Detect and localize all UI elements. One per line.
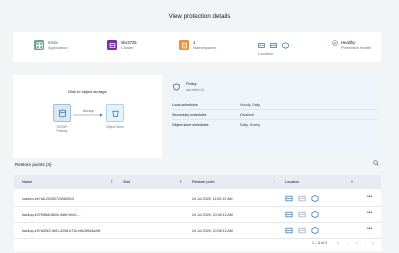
- ontap-storage-icon: [285, 211, 293, 218]
- object-store-icon: [282, 42, 289, 49]
- secondary-storage-icon: [298, 211, 306, 218]
- policy-key: Local schedules: [172, 102, 198, 107]
- policy-panel: Policy aw-mtnix-11 Local schedules Hourl…: [167, 75, 381, 158]
- summary-health: Healthy Protection health: [332, 40, 371, 50]
- ontap-label: ONTAP Primary: [56, 125, 68, 133]
- restore-point-time: 24 Jul 2025, 10:45:13 AM: [192, 213, 233, 217]
- column-name[interactable]: Name: [22, 180, 32, 184]
- application-label: Application: [48, 45, 68, 51]
- summary-location: Location: [258, 42, 289, 56]
- column-location[interactable]: Location: [285, 180, 299, 184]
- sort-icon[interactable]: ⇕: [179, 179, 182, 184]
- restore-point-name: backup-e37f0868-8b0e-4d6f-9ee0-...: [22, 213, 81, 217]
- policy-value: Disabled: [240, 112, 254, 117]
- ontap-storage-icon: [258, 43, 265, 48]
- row-location-icons: [285, 195, 319, 202]
- cluster-icon: [107, 40, 117, 50]
- table-header: Name ⇕ Size ⇕ Restore point ↓ Location ▾: [14, 175, 381, 189]
- summary-cluster: skv3725 Cluster: [107, 40, 137, 50]
- restore-point-name: backup-e97a00e2-5bf1-4296-b71b-b6c3f6d4a…: [22, 229, 101, 233]
- next-page-icon[interactable]: ›: [365, 241, 366, 245]
- namespace-icon: [179, 40, 189, 50]
- summary-card: mtnix Application skv3725 Cluster 1 Name…: [13, 32, 381, 62]
- column-size[interactable]: Size: [123, 180, 130, 184]
- policy-row: Secondary schedules Disabled: [172, 110, 377, 120]
- secondary-storage-icon: [270, 43, 277, 48]
- namespaces-label: Namespaces: [193, 45, 217, 51]
- storage-heading: Disk to object storage: [68, 89, 107, 94]
- bucket-icon: [111, 110, 119, 117]
- object-store-icon: [311, 211, 319, 218]
- filter-icon[interactable]: ▾: [351, 179, 353, 184]
- first-page-icon[interactable]: |‹: [337, 241, 339, 245]
- object-store-icon: [311, 227, 319, 234]
- ontap-node: [53, 104, 71, 122]
- summary-namespaces: 1 Namespaces: [179, 40, 216, 50]
- row-location-icons: [285, 227, 319, 234]
- policy-key: Object store schedules: [172, 123, 209, 127]
- secondary-storage-icon: [298, 195, 306, 202]
- health-label: Protection health: [341, 45, 372, 51]
- policy-row: Object store schedules Daily, Hourly: [172, 120, 377, 130]
- object-store-node: [106, 104, 124, 122]
- last-page-icon[interactable]: ›|: [372, 241, 374, 245]
- object-store-icon: [311, 195, 319, 202]
- ontap-disk-icon: [58, 109, 66, 117]
- backup-arrow-icon: [73, 113, 103, 117]
- healthy-check-icon: [332, 40, 338, 46]
- summary-application: mtnix Application: [34, 40, 68, 50]
- row-actions-menu[interactable]: •••: [367, 194, 372, 200]
- column-restore-point[interactable]: Restore point: [192, 180, 215, 184]
- location-label: Location: [258, 51, 274, 56]
- page-title: View protection details: [168, 13, 231, 20]
- ontap-storage-icon: [285, 195, 293, 202]
- table-row[interactable]: backup-e97a00e2-5bf1-4296-b71b-b6c3f6d4a…: [14, 223, 381, 239]
- policy-value: Hourly, Daily: [240, 102, 261, 107]
- object-store-label: Object Store: [106, 125, 124, 129]
- policy-value: Daily, Hourly: [240, 123, 261, 127]
- prev-page-icon[interactable]: ‹: [347, 241, 348, 245]
- search-icon[interactable]: [373, 160, 379, 166]
- application-icon: [34, 40, 44, 50]
- table-row[interactable]: backup-e37f0868-8b0e-4d6f-9ee0-... 24 Ju…: [14, 207, 381, 223]
- row-actions-menu[interactable]: •••: [367, 226, 372, 232]
- policy-key: Secondary schedules: [172, 112, 207, 117]
- sort-desc-icon[interactable]: ↓: [273, 179, 275, 184]
- policy-row: Local schedules Hourly, Daily: [172, 100, 377, 110]
- restore-point-time: 24 Jul 2025, 11:00:12 AM: [192, 197, 233, 201]
- restore-point-time: 24 Jul 2025, 10:08:13 AM: [192, 229, 233, 233]
- restore-points-table: Name ⇕ Size ⇕ Restore point ↓ Location ▾…: [14, 175, 381, 251]
- sort-icon[interactable]: ⇕: [110, 179, 113, 184]
- row-actions-menu[interactable]: •••: [367, 210, 372, 216]
- secondary-storage-icon: [298, 227, 306, 234]
- page-number: 1: [356, 241, 358, 245]
- table-row[interactable]: custom-ee7a6-20250724080513 24 Jul 2025,…: [14, 191, 381, 207]
- restore-point-name: custom-ee7a6-20250724080513: [22, 197, 74, 201]
- row-location-icons: [285, 211, 319, 218]
- policy-name: aw-mtnix-11: [186, 88, 205, 92]
- storage-diagram-panel: Disk to object storage ONTAP Primary Bac…: [13, 75, 162, 158]
- pagination-summary: 1 – 3 of 3: [312, 241, 327, 245]
- cluster-label: Cluster: [121, 45, 134, 51]
- restore-points-title: Restore points (3): [15, 162, 52, 167]
- policy-title: Policy: [186, 81, 197, 86]
- shield-icon: [173, 83, 180, 91]
- ontap-storage-icon: [285, 227, 293, 234]
